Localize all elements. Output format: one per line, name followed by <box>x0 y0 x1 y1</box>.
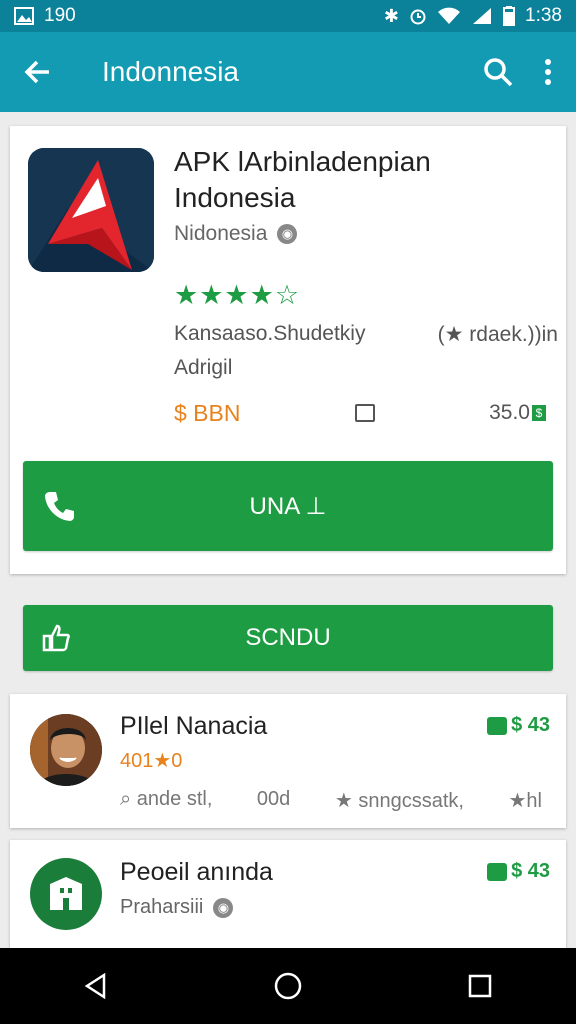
list-item[interactable]: PIlel Nanacia $ 43 401★0 ⌕ ande stl, 00d… <box>10 694 566 828</box>
more-vert-icon <box>545 59 551 85</box>
description-right: (★ rdaek.))in <box>437 323 558 346</box>
comment-meta: ⌕ ande stl, <box>120 788 212 813</box>
install-button[interactable]: UNA ⊥ <box>23 461 553 551</box>
list-item-subtitle: 401★0 <box>120 750 183 772</box>
avatar <box>30 714 102 786</box>
size-badge-icon: $ <box>531 405 546 421</box>
meta-2: 00d <box>256 788 291 810</box>
alarm-icon <box>410 9 426 25</box>
app-title: APK lArbinladenpian Indonesia <box>174 146 431 213</box>
list-item-meta: ⌕ ande stl, 00d ★ snngcssatk, ★hl <box>120 788 542 813</box>
app-logo <box>28 148 154 272</box>
app-developer[interactable]: Nidonesia ◉ <box>174 222 298 246</box>
subtitle-text: Praharsiii <box>120 896 204 918</box>
nav-home-button[interactable] <box>258 956 318 1016</box>
badge-text: $ 43 <box>511 860 550 882</box>
image-notification-icon <box>14 7 34 25</box>
developer-name[interactable]: Nidonesia <box>174 222 267 246</box>
rating-stars: ★★★★☆ <box>174 280 301 310</box>
bluetooth-icon: ✱ <box>383 5 400 26</box>
install-button-label: UNA ⊥ <box>249 492 327 520</box>
nav-back-button[interactable] <box>66 956 126 1016</box>
device-icon <box>354 404 375 422</box>
store-icon <box>50 877 82 910</box>
status-bar: 190 ✱ 1:38 <box>0 0 576 32</box>
phone-icon <box>43 489 77 530</box>
app-description-line-2: Adrigil <box>174 356 233 379</box>
send-button[interactable]: SCNDU <box>23 605 553 671</box>
search-button[interactable] <box>478 52 518 92</box>
globe-icon: ◉ <box>213 897 234 918</box>
recents-square-icon <box>468 974 492 998</box>
status-left-text: 190 <box>44 5 76 26</box>
list-item-badge: $ 43 <box>487 714 550 737</box>
list-item[interactable]: Peoeil anında $ 43 Praharsiii ◉ <box>10 840 566 950</box>
search-icon <box>484 58 513 87</box>
overflow-menu-button[interactable] <box>538 52 558 92</box>
app-details-card: APK lArbinladenpian Indonesia Nidonesia … <box>10 126 566 574</box>
status-bar-left: 190 <box>14 5 76 27</box>
thumbs-up-icon <box>41 623 71 660</box>
status-time: 1:38 <box>525 5 562 26</box>
list-item-title: PIlel Nanacia <box>120 712 268 740</box>
signal-icon <box>473 8 492 24</box>
list-item-badge: $ 43 <box>487 860 550 883</box>
badge-text: $ 43 <box>511 714 550 736</box>
arrow-back-icon <box>24 60 49 84</box>
description-left: Kansaaso.Shudetkiy <box>174 322 366 345</box>
app-price: $ BBN <box>174 399 241 426</box>
app-avatar <box>30 858 102 930</box>
size-value: 35.0 <box>489 401 530 424</box>
toolbar-title: Indonnesia <box>102 56 240 87</box>
home-circle-icon <box>274 972 302 1000</box>
app-description-line-1: Kansaaso.Shudetkiy (★ rdaek.))in <box>174 322 558 347</box>
app-meta-row: $ BBN 35.0 $ <box>174 398 546 428</box>
app-size: 35.0 $ <box>489 401 546 425</box>
app-toolbar: Indonnesia <box>0 32 576 112</box>
list-item-subtitle: Praharsiii ◉ <box>120 896 234 919</box>
comment-icon: ⌕ <box>120 788 132 810</box>
list-item-title: Peoeil anında <box>120 858 273 886</box>
send-button-label: SCNDU <box>245 624 331 651</box>
battery-icon <box>503 6 516 26</box>
meta-4: ★hl <box>508 790 542 812</box>
system-nav-bar <box>0 948 576 1024</box>
meta-3: ★ snngcssatk, <box>334 790 464 812</box>
back-button[interactable] <box>18 52 58 92</box>
back-triangle-icon <box>84 972 106 1000</box>
meta-1: ande stl, <box>136 788 213 810</box>
nav-recents-button[interactable] <box>450 956 510 1016</box>
shop-icon <box>487 716 508 735</box>
wifi-icon <box>438 7 461 24</box>
globe-icon: ◉ <box>277 224 298 244</box>
shop-icon <box>487 862 508 881</box>
status-bar-right: ✱ 1:38 <box>384 5 562 27</box>
